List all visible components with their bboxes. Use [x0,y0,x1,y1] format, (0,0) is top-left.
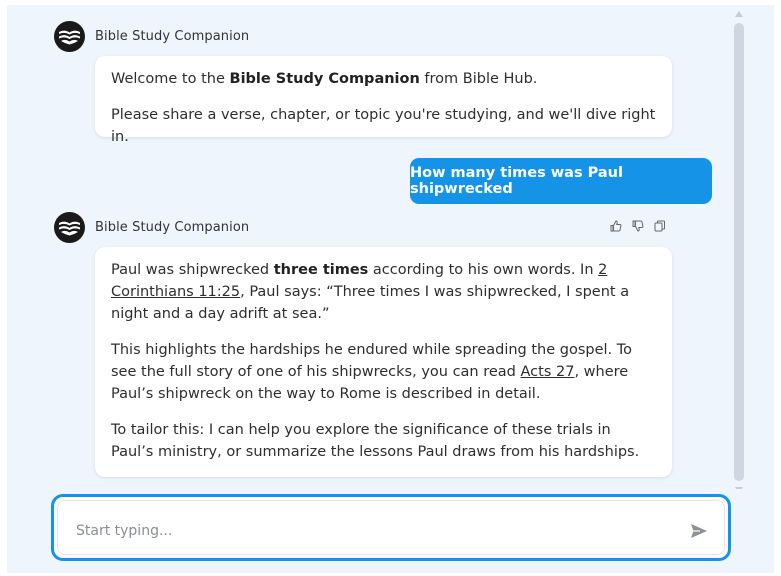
scroll-up-icon[interactable] [735,11,743,17]
answer-paragraph-3: To tailor this: I can help you explore t… [111,422,640,460]
bot-answer: Paul was shipwrecked three times accordi… [95,247,672,477]
bot-avatar-icon [54,20,85,52]
copy-icon[interactable] [654,220,667,233]
scroll-thumb[interactable] [734,23,744,481]
thumbs-up-icon[interactable] [610,220,623,233]
bot-header: Bible Study Companion [54,211,249,243]
message-list[interactable]: Bible Study Companion Welcome to the Bib… [7,5,774,489]
user-message: How many times was Paul shipwrecked [410,158,712,204]
composer-field [57,500,725,555]
bot-name: Bible Study Companion [95,28,250,44]
link-acts-27[interactable]: Acts 27 [521,364,575,380]
message-actions [610,220,667,233]
bot-header: Bible Study Companion [54,20,249,52]
answer-paragraph-2: This highlights the hardships he endured… [111,342,633,402]
answer-paragraph-1: Paul was shipwrecked three times accordi… [111,262,630,322]
welcome-line-1: Welcome to the Bible Study Companion fro… [111,71,538,87]
bot-avatar-icon [54,211,85,243]
welcome-message: Welcome to the Bible Study Companion fro… [95,56,672,145]
bot-name: Bible Study Companion [95,219,250,235]
scrollbar[interactable] [734,9,744,489]
thumbs-down-icon[interactable] [632,220,645,233]
composer [51,494,731,561]
send-icon [691,524,707,538]
message-input[interactable] [76,519,636,543]
send-button[interactable] [688,520,710,542]
chat-window: Bible Study Companion Welcome to the Bib… [7,5,774,573]
scroll-down-icon[interactable] [735,487,743,489]
welcome-line-2: Please share a verse, chapter, or topic … [111,107,656,145]
